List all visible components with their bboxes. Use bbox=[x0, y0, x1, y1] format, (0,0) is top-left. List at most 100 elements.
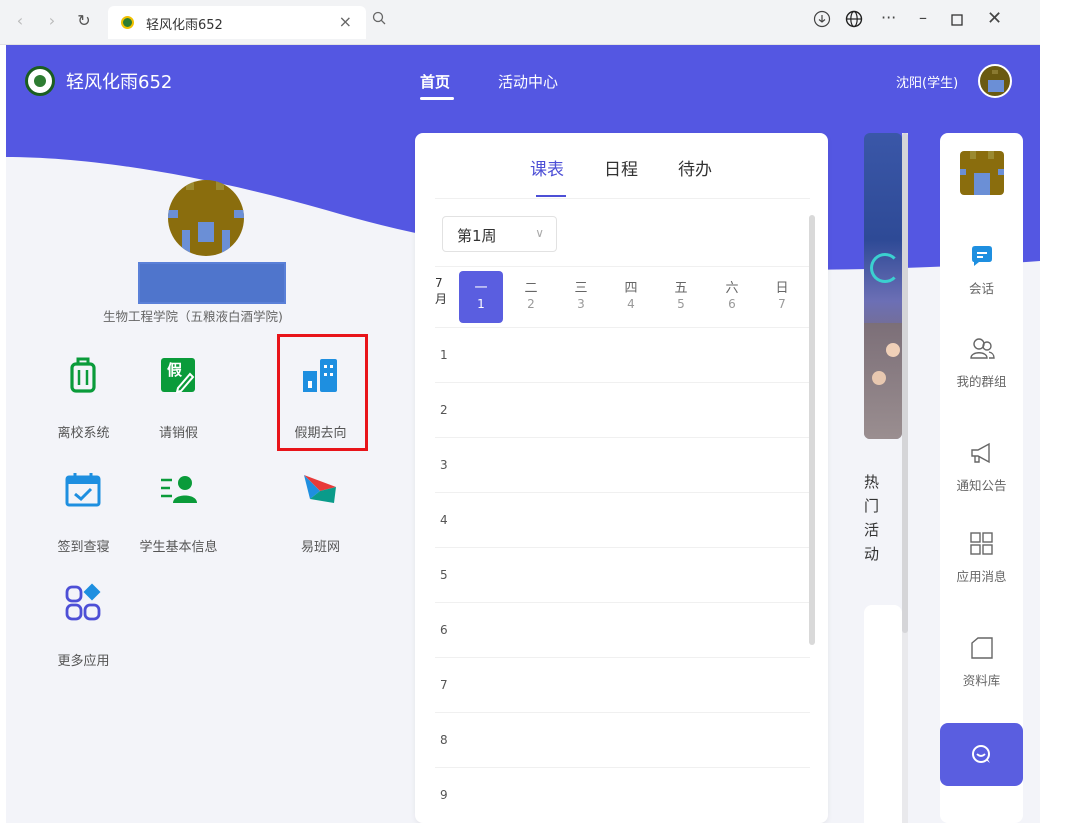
student-info-icon bbox=[161, 476, 197, 503]
globe-icon[interactable] bbox=[845, 10, 863, 28]
tab-title: 轻风化雨652 bbox=[146, 18, 223, 33]
app-label: 签到查寝 bbox=[57, 540, 110, 555]
month-number: 7 bbox=[435, 276, 443, 290]
group-icon bbox=[969, 338, 995, 359]
day-column[interactable]: 二2 bbox=[509, 271, 553, 323]
app-label: 请销假 bbox=[158, 426, 198, 441]
hot-activities-title: 热 门 活 动 bbox=[864, 470, 888, 566]
app-checkin[interactable]: 签到查寝 bbox=[36, 459, 131, 569]
tab-timetable[interactable]: 课表 bbox=[530, 155, 564, 180]
sidebar-item-chat[interactable]: 会话 bbox=[940, 243, 1023, 297]
grid-line bbox=[435, 602, 810, 603]
period-number: 5 bbox=[440, 568, 448, 582]
reload-icon[interactable]: ↻ bbox=[74, 11, 94, 30]
more-options-icon[interactable]: ··· bbox=[881, 8, 896, 27]
day-number: 7 bbox=[778, 297, 786, 311]
grid-line bbox=[435, 492, 810, 493]
sidebar-item-notices[interactable]: 通知公告 bbox=[940, 440, 1023, 494]
more-apps-icon bbox=[65, 583, 101, 621]
day-name: 三 bbox=[574, 281, 588, 296]
tab-close-icon[interactable]: × bbox=[339, 12, 352, 31]
hot-title-char: 动 bbox=[864, 545, 880, 563]
month-unit: 月 bbox=[435, 292, 448, 306]
app-window: 轻风化雨652 首页 活动中心 沈阳(学生) 生物工程学院（五粮液白酒学院) 离… bbox=[6, 45, 1040, 823]
day-name: 一 bbox=[474, 281, 488, 296]
right-sidebar: 会话 我的群组 通知公告 应用消息 资料库 bbox=[940, 133, 1023, 823]
back-icon[interactable]: ‹ bbox=[10, 11, 30, 30]
day-column[interactable]: 六6 bbox=[710, 271, 754, 323]
browser-toolbar: ‹ › ↻ 轻风化雨652 × ··· – ✕ bbox=[0, 0, 1040, 45]
schedule-scrollbar[interactable] bbox=[809, 215, 815, 645]
megaphone-icon bbox=[970, 442, 990, 464]
site-favicon-icon bbox=[121, 16, 134, 29]
day-column[interactable]: 三3 bbox=[559, 271, 603, 323]
app-yiban[interactable]: 易班网 bbox=[273, 459, 368, 569]
forward-icon[interactable]: › bbox=[42, 11, 62, 30]
chat-smile-icon bbox=[972, 745, 990, 763]
tab-schedule[interactable]: 日程 bbox=[604, 155, 638, 180]
grid-line bbox=[435, 266, 810, 267]
nav-tab-activity-center[interactable]: 活动中心 bbox=[498, 71, 558, 92]
sidebar-label: 应用消息 bbox=[956, 569, 1007, 584]
app-leave-request[interactable]: 假 请销假 bbox=[131, 345, 226, 455]
grid-line bbox=[435, 712, 810, 713]
day-number: 6 bbox=[728, 297, 736, 311]
sidebar-label: 通知公告 bbox=[956, 478, 1007, 493]
grid-line bbox=[435, 767, 810, 768]
period-number: 1 bbox=[440, 348, 448, 362]
tab-active-indicator bbox=[536, 195, 566, 197]
activity-card[interactable] bbox=[864, 605, 902, 823]
minimize-icon[interactable]: – bbox=[919, 8, 927, 27]
app-student-info[interactable]: 学生基本信息 bbox=[131, 459, 226, 569]
day-number: 1 bbox=[477, 297, 485, 311]
period-number: 4 bbox=[440, 513, 448, 527]
download-icon[interactable] bbox=[813, 10, 831, 28]
hot-title-char: 活 bbox=[864, 521, 880, 539]
close-window-icon[interactable]: ✕ bbox=[987, 8, 1002, 29]
chat-bubble-icon bbox=[971, 246, 992, 266]
chat-button[interactable] bbox=[940, 723, 1023, 786]
app-more[interactable]: 更多应用 bbox=[36, 573, 131, 683]
grid-line bbox=[435, 437, 810, 438]
grid-line bbox=[435, 382, 810, 383]
day-name: 五 bbox=[674, 281, 688, 296]
maximize-icon[interactable] bbox=[951, 14, 963, 26]
hot-scrollbar[interactable] bbox=[902, 133, 908, 823]
grid-line bbox=[435, 327, 810, 328]
app-leave-school[interactable]: 离校系统 bbox=[36, 345, 131, 455]
tab-search-icon[interactable] bbox=[372, 11, 386, 25]
sidebar-avatar[interactable] bbox=[960, 151, 1004, 195]
nav-tab-home[interactable]: 首页 bbox=[420, 71, 450, 92]
sidebar-item-library[interactable]: 资料库 bbox=[940, 635, 1023, 689]
day-name: 二 bbox=[524, 281, 538, 296]
day-column[interactable]: 五5 bbox=[659, 271, 703, 323]
activity-banner-image[interactable] bbox=[864, 133, 902, 439]
calendar-check-icon bbox=[65, 473, 101, 507]
app-label: 学生基本信息 bbox=[139, 540, 218, 555]
user-name[interactable]: 沈阳(学生) bbox=[896, 72, 958, 91]
app-label: 离校系统 bbox=[57, 426, 110, 441]
day-name: 日 bbox=[775, 281, 789, 296]
chevron-down-icon: ∨ bbox=[535, 226, 544, 240]
profile-avatar[interactable] bbox=[168, 180, 244, 256]
period-number: 2 bbox=[440, 403, 448, 417]
app-label: 更多应用 bbox=[57, 654, 110, 669]
period-number: 9 bbox=[440, 788, 448, 802]
day-number: 2 bbox=[527, 297, 535, 311]
grid-line bbox=[435, 547, 810, 548]
day-column[interactable]: 四4 bbox=[609, 271, 653, 323]
period-number: 8 bbox=[440, 733, 448, 747]
day-column[interactable]: 日7 bbox=[760, 271, 804, 323]
highlight-box bbox=[277, 334, 368, 451]
user-avatar[interactable] bbox=[978, 64, 1012, 98]
browser-tab[interactable]: 轻风化雨652 × bbox=[108, 6, 366, 39]
sidebar-item-groups[interactable]: 我的群组 bbox=[940, 336, 1023, 390]
week-select[interactable]: 第1周 ∨ bbox=[442, 216, 557, 252]
day-name: 四 bbox=[624, 281, 638, 296]
tab-todo[interactable]: 待办 bbox=[678, 155, 712, 180]
day-column[interactable]: 一1 bbox=[459, 271, 503, 323]
sidebar-item-app-messages[interactable]: 应用消息 bbox=[940, 531, 1023, 585]
grid-line bbox=[435, 657, 810, 658]
hot-title-char: 门 bbox=[864, 497, 880, 515]
sidebar-label: 我的群组 bbox=[956, 374, 1007, 389]
